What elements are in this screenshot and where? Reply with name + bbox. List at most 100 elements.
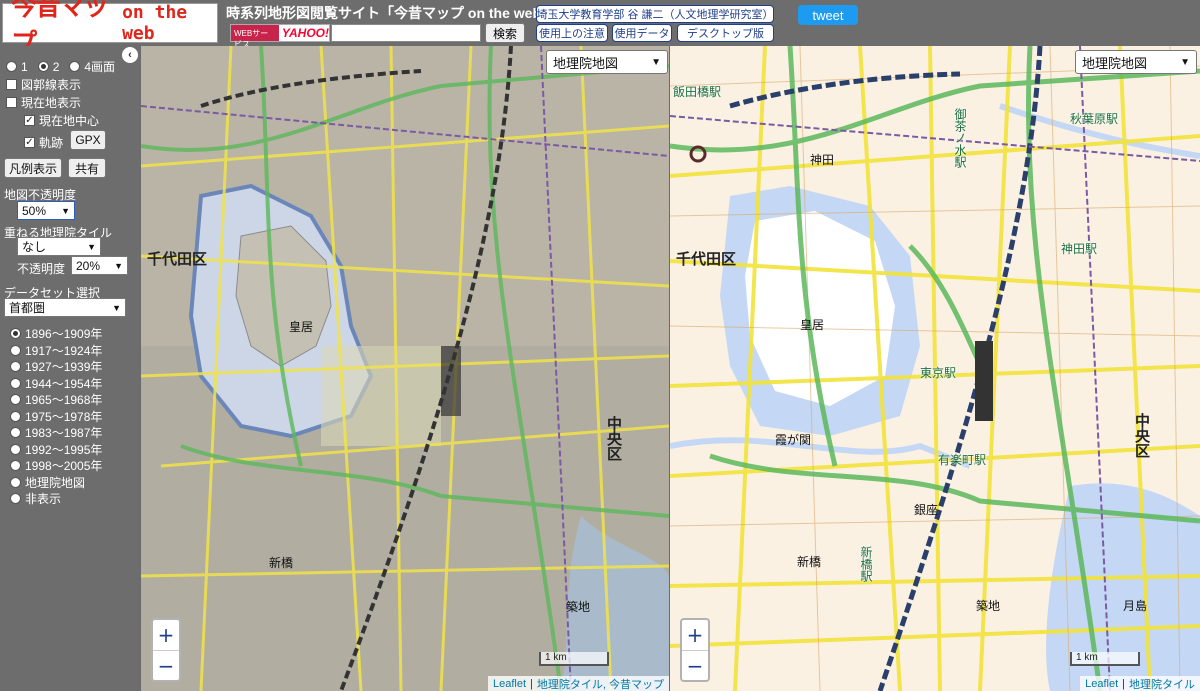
yahoo-badge-ws-text: WEBサービス [231, 25, 279, 49]
shinbashi-label: 新橋 [797, 555, 822, 569]
period-label: 1927～1939年 [25, 360, 103, 374]
period-option[interactable]: 非表示 [10, 490, 61, 507]
chevron-down-icon: ▼ [87, 241, 96, 252]
overlay-opacity-label: 不透明度 [17, 262, 66, 276]
period-radio[interactable] [10, 443, 21, 455]
screen-mode-1-label: 1 [21, 59, 28, 74]
control-sidebar: ‹ 1 2 4画面 図郭線表示 現在地表示 ✓ 現在地中心 ✓ 軌跡 GPX 凡… [0, 46, 140, 691]
left-attribution-sources[interactable]: 地理院タイル, 今昔マップ [537, 676, 664, 691]
screen-mode-4-radio[interactable] [69, 61, 81, 72]
track-option[interactable]: ✓ 軌跡 [24, 134, 63, 151]
right-attribution-sources[interactable]: 地理院タイル [1129, 676, 1195, 691]
period-option[interactable]: 1927～1939年 [10, 358, 102, 375]
ward-label-chiyoda: 千代田区 [147, 250, 208, 268]
period-option[interactable]: 1992～1995年 [10, 441, 102, 458]
period-radio[interactable] [10, 344, 21, 356]
akihabara-station-label: 秋葉原駅 [1070, 112, 1119, 126]
outline-checkbox[interactable] [6, 79, 17, 90]
chevron-down-icon: ▼ [114, 260, 123, 271]
tweet-button[interactable]: tweet [798, 5, 858, 25]
attribution-divider: | [1122, 677, 1125, 690]
dataset-select[interactable]: 首都圏 ▼ [4, 298, 126, 317]
left-attribution: Leaflet | 地理院タイル, 今昔マップ [487, 676, 669, 691]
shinbashi-station-label: 新橋駅 [859, 546, 873, 582]
center-on-location-option[interactable]: ✓ 現在地中心 [24, 112, 99, 129]
left-zoom-out-button[interactable]: − [153, 650, 179, 680]
current-map-pane[interactable]: 千代田区 中央区 皇居 飯田橋駅 御茶ノ水駅 秋葉原駅 神田 神田駅 東京駅 霞… [670, 46, 1200, 691]
leaflet-link[interactable]: Leaflet [493, 678, 526, 690]
left-zoom-in-button[interactable]: + [153, 620, 179, 650]
period-option[interactable]: 1944～1954年 [10, 375, 102, 392]
center-on-location-checkbox[interactable]: ✓ [24, 115, 35, 126]
period-radio[interactable] [10, 361, 21, 372]
right-scale-bar: 1 km [1070, 652, 1140, 666]
kanda-station-label: 神田駅 [1061, 242, 1098, 256]
period-option[interactable]: 1965～1968年 [10, 391, 102, 408]
current-location-option[interactable]: 現在地表示 [6, 94, 81, 111]
period-radio[interactable] [10, 410, 21, 422]
chevron-left-icon[interactable]: ‹ [122, 47, 138, 63]
yahoo-web-service-badge[interactable]: WEBサービス YAHOO! [230, 24, 330, 49]
period-radio[interactable] [10, 460, 21, 471]
period-option[interactable]: 1975～1978年 [10, 408, 102, 425]
right-attribution: Leaflet | 地理院タイル [1080, 676, 1200, 691]
period-radio[interactable] [10, 328, 21, 339]
author-link[interactable]: 埼玉大学教育学部 谷 謙二（人文地理学研究室） [536, 5, 774, 23]
data-used-link[interactable]: 使用データ [612, 24, 672, 42]
kanda-label: 神田 [810, 153, 835, 167]
search-button[interactable]: 検索 [485, 23, 525, 43]
period-label: 1983～1987年 [25, 426, 103, 440]
palace-label: 皇居 [289, 320, 314, 334]
outline-option[interactable]: 図郭線表示 [6, 76, 81, 93]
opacity-value: 50% [22, 203, 47, 218]
overlay-opacity-select[interactable]: 20% ▼ [71, 256, 128, 275]
screen-mode-1-radio[interactable] [6, 61, 17, 72]
desktop-version-link[interactable]: デスクトップ版 [677, 24, 774, 42]
left-layer-select[interactable]: 地理院地図 ▼ [546, 50, 668, 74]
period-radio[interactable] [10, 377, 21, 389]
shinbashi-label: 新橋 [269, 556, 294, 570]
overlay-value: なし [22, 240, 47, 254]
right-zoom-out-button[interactable]: − [682, 650, 708, 680]
leaflet-link[interactable]: Leaflet [1085, 678, 1118, 690]
period-label: 1992～1995年 [25, 442, 103, 457]
overlay-select[interactable]: なし ▼ [17, 237, 101, 256]
right-zoom-in-button[interactable]: + [682, 620, 708, 650]
screen-mode-4-label: 4画面 [84, 60, 116, 74]
period-option[interactable]: 1983～1987年 [10, 424, 102, 441]
header-bar: 今昔マップ on the web 時系列地形図閲覧サイト「今昔マップ on th… [0, 0, 1200, 59]
screen-mode-2-radio[interactable] [37, 61, 49, 72]
old-map-pane[interactable]: 千代田区 中央区 皇居 新橋 築地 地理院地図 ▼ + − 1 km Leafl… [141, 46, 669, 691]
place-search-input[interactable] [331, 24, 481, 42]
period-label: 1944～1954年 [25, 376, 103, 391]
ginza-label: 銀座 [914, 503, 939, 517]
period-label: 非表示 [25, 492, 62, 506]
opacity-select[interactable]: 50% ▼ [17, 201, 75, 220]
dataset-value: 首都圏 [9, 301, 46, 315]
right-layer-select[interactable]: 地理院地図 ▼ [1075, 50, 1197, 74]
current-location-label: 現在地表示 [21, 96, 82, 110]
current-location-checkbox[interactable] [6, 97, 17, 108]
period-option[interactable]: 1917～1924年 [10, 342, 102, 359]
period-radio[interactable] [10, 394, 21, 405]
overlay-opacity-value: 20% [76, 258, 101, 273]
site-logo[interactable]: 今昔マップ on the web [2, 0, 218, 59]
share-button[interactable]: 共有 [68, 158, 106, 178]
tsukishima-label: 月島 [1123, 599, 1148, 613]
period-radio[interactable] [10, 493, 21, 504]
old-map-canvas[interactable] [141, 46, 669, 691]
period-option[interactable]: 1896～1909年 [10, 325, 102, 342]
left-zoom-control: + − [151, 618, 181, 682]
left-layer-value: 地理院地図 [553, 55, 619, 71]
gpx-button[interactable]: GPX [70, 130, 106, 150]
usage-notice-link[interactable]: 使用上の注意 [536, 24, 608, 42]
yurakucho-station-label: 有楽町駅 [938, 453, 987, 467]
period-radio[interactable] [10, 427, 21, 438]
legend-button[interactable]: 凡例表示 [4, 158, 62, 178]
period-radio[interactable] [10, 476, 21, 488]
period-option[interactable]: 1998～2005年 [10, 457, 102, 474]
period-option[interactable]: 地理院地図 [10, 474, 85, 491]
ward-label-chuo: 中央区 [605, 416, 623, 461]
ward-label-chiyoda: 千代田区 [676, 250, 737, 268]
track-checkbox[interactable]: ✓ [24, 137, 35, 148]
